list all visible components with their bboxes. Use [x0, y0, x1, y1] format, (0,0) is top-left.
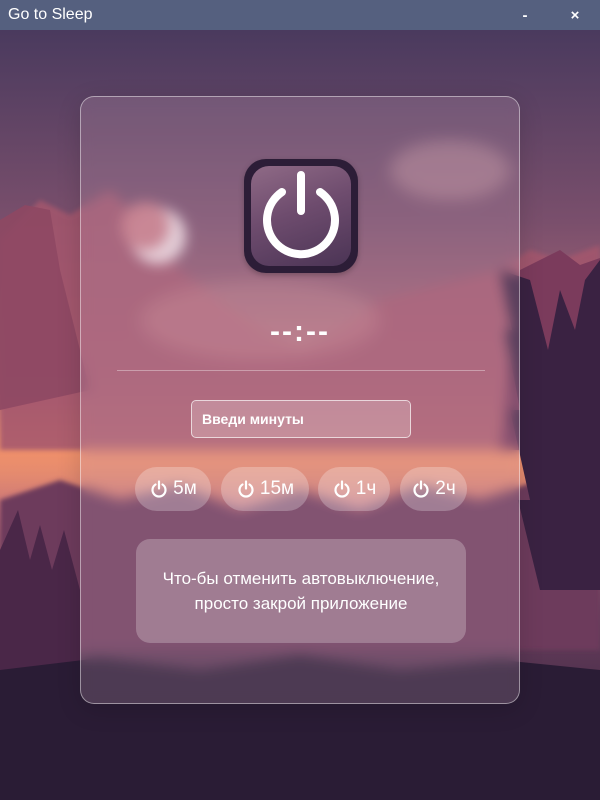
app-window: Go to Sleep - × --:-- Введи минуты 5м 15… [0, 0, 600, 800]
quick-2h-button[interactable]: 2ч [400, 467, 467, 511]
quick-5m-button[interactable]: 5м [135, 467, 211, 511]
power-icon [151, 480, 167, 498]
minutes-input[interactable] [191, 400, 411, 438]
cancel-hint-text: Что-бы отменить автовыключение, просто з… [162, 569, 440, 613]
quick-button-label: 1ч [355, 478, 377, 499]
quick-button-label: 15м [259, 478, 295, 499]
close-button[interactable]: × [560, 3, 590, 27]
title-bar: Go to Sleep - × [0, 0, 600, 30]
quick-15m-button[interactable]: 15м [221, 467, 309, 511]
cancel-hint: Что-бы отменить автовыключение, просто з… [136, 539, 466, 643]
main-panel: --:-- 5м 15м 1ч [80, 96, 520, 704]
minimize-button[interactable]: - [510, 3, 540, 27]
divider [117, 370, 485, 371]
window-title: Go to Sleep [8, 6, 93, 23]
app-logo [244, 159, 358, 273]
power-icon [413, 480, 429, 498]
power-icon [238, 480, 254, 498]
power-icon [334, 480, 350, 498]
power-icon [263, 171, 339, 259]
quick-button-label: 5м [173, 478, 197, 499]
countdown-display: --:-- [270, 315, 330, 348]
quick-button-label: 2ч [435, 478, 456, 499]
quick-1h-button[interactable]: 1ч [318, 467, 390, 511]
